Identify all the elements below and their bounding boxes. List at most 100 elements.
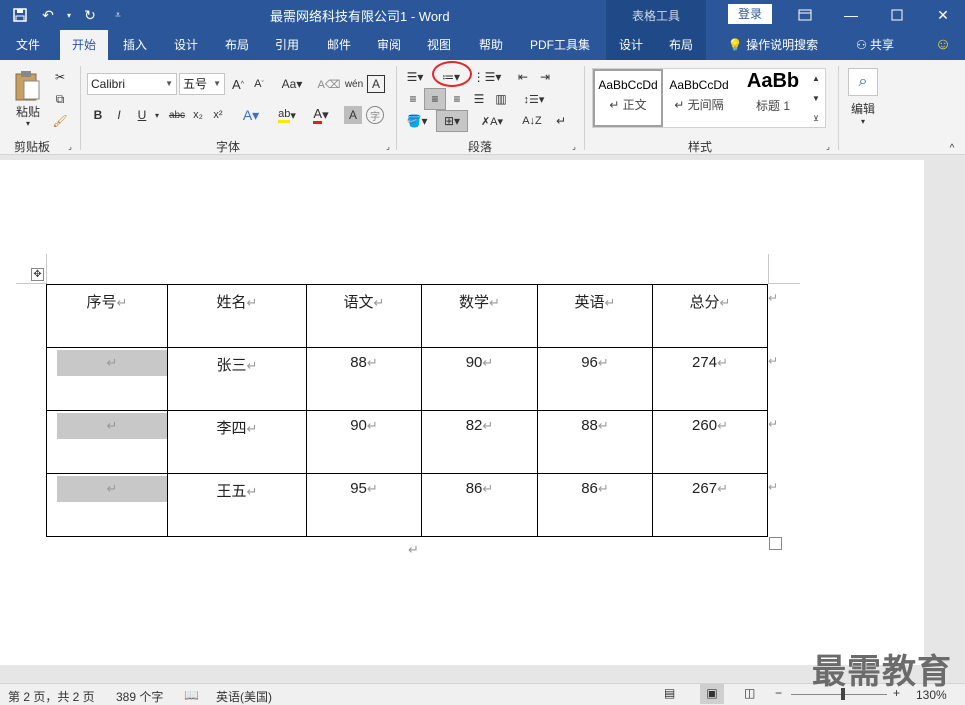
character-border-icon[interactable]: A	[367, 75, 385, 93]
copy-icon[interactable]: ⧉	[50, 90, 70, 108]
cell-math[interactable]: 90↵	[421, 347, 538, 411]
line-spacing-icon[interactable]: ↕☰▾	[520, 90, 548, 108]
style-normal[interactable]: AaBbCcDd ↵ 正文	[596, 70, 660, 124]
font-name-combo[interactable]: Calibri ▼	[87, 73, 177, 95]
styles-scroll-down-icon[interactable]: ▼	[810, 90, 822, 106]
tab-help[interactable]: 帮助	[470, 30, 512, 60]
font-launcher-icon[interactable]: ⌟	[382, 140, 394, 152]
paragraph-launcher-icon[interactable]: ⌟	[568, 140, 580, 152]
find-icon[interactable]: ⌕	[848, 68, 878, 96]
zoom-slider[interactable]	[791, 694, 887, 695]
decrease-indent-icon[interactable]: ⇤	[514, 68, 532, 86]
bold-icon[interactable]: B	[90, 106, 106, 124]
center-align-icon[interactable]: ≡	[424, 88, 446, 110]
font-color-icon[interactable]: A ▾	[308, 106, 334, 124]
tab-pdf-tools[interactable]: PDF工具集	[524, 30, 596, 60]
grades-table[interactable]: 序号↵ 姓名↵ 语文↵ 数学↵ 英语↵ 总分↵ ↵ 张三↵ 88↵ 90↵ 96…	[46, 284, 768, 537]
change-case-icon[interactable]: Aa▾	[278, 75, 306, 93]
shading-icon[interactable]: 🪣▾	[404, 112, 430, 130]
header-cell-total[interactable]: 总分↵	[652, 284, 768, 348]
header-cell-number[interactable]: 序号↵	[46, 284, 168, 348]
distributed-icon[interactable]: ▥	[492, 90, 510, 108]
bullets-icon[interactable]: ☰▾	[404, 68, 426, 86]
editing-button[interactable]: 编辑	[844, 100, 882, 116]
format-painter-icon[interactable]: 🖌	[50, 112, 70, 130]
undo-icon[interactable]: ↶	[36, 4, 60, 26]
undo-dropdown-icon[interactable]: ▾	[64, 4, 74, 26]
cell-total[interactable]: 260↵	[652, 410, 768, 474]
cell-chinese[interactable]: 95↵	[306, 473, 422, 537]
tab-home[interactable]: 开始	[60, 30, 108, 60]
word-count[interactable]: 389 个字	[116, 688, 163, 705]
cell-english[interactable]: 96↵	[537, 347, 653, 411]
cell-math[interactable]: 86↵	[421, 473, 538, 537]
maximize-icon[interactable]	[874, 0, 920, 30]
multilevel-list-icon[interactable]: ⋮☰▾	[473, 68, 502, 86]
cell-english[interactable]: 86↵	[537, 473, 653, 537]
print-layout-icon[interactable]: ▣	[700, 684, 724, 704]
text-effects-icon[interactable]: A▾	[240, 106, 262, 124]
strikethrough-icon[interactable]: abc	[166, 106, 188, 124]
share-button[interactable]: ⚇ 共享	[850, 30, 900, 60]
read-mode-icon[interactable]: ▤	[664, 686, 675, 700]
underline-dropdown-icon[interactable]: ▾	[152, 106, 162, 124]
shrink-font-icon[interactable]: Aˇ	[250, 75, 268, 93]
language-indicator[interactable]: 英语(美国)	[216, 688, 272, 705]
styles-launcher-icon[interactable]: ⌟	[822, 140, 834, 152]
cell-name[interactable]: 张三↵	[167, 347, 307, 411]
sort-icon[interactable]: A↓Z	[522, 112, 542, 130]
align-right-icon[interactable]: ≡	[448, 90, 466, 108]
cut-icon[interactable]: ✂	[50, 68, 70, 86]
cell-number-selected[interactable]: ↵	[46, 473, 168, 537]
phonetic-guide-icon[interactable]: wén	[344, 75, 364, 93]
vertical-scrollbar[interactable]	[926, 160, 965, 665]
subscript-icon[interactable]: x₂	[190, 106, 206, 124]
table-move-handle-icon[interactable]: ✥	[31, 268, 44, 281]
cell-math[interactable]: 82↵	[421, 410, 538, 474]
smiley-icon[interactable]: ☺	[930, 30, 956, 60]
tab-insert[interactable]: 插入	[114, 30, 156, 60]
zoom-out-icon[interactable]: −	[775, 686, 782, 700]
web-layout-icon[interactable]: ◫	[744, 686, 755, 700]
paste-icon[interactable]	[10, 68, 44, 104]
clipboard-launcher-icon[interactable]: ⌟	[64, 140, 76, 152]
style-heading-1[interactable]: AaBb 标题 1	[740, 70, 806, 124]
character-shading-icon[interactable]: A	[344, 106, 362, 124]
show-hide-marks-icon[interactable]: ↵	[552, 112, 570, 130]
highlight-color-icon[interactable]: ab ▾	[272, 106, 302, 124]
underline-icon[interactable]: U	[132, 106, 152, 124]
tab-table-layout[interactable]: 布局	[656, 30, 706, 60]
increase-indent-icon[interactable]: ⇥	[536, 68, 554, 86]
enclose-characters-icon[interactable]: 字	[366, 106, 384, 124]
tab-table-design[interactable]: 设计	[606, 30, 656, 60]
tab-layout[interactable]: 布局	[216, 30, 258, 60]
tab-mailings[interactable]: 邮件	[318, 30, 360, 60]
save-icon[interactable]	[8, 4, 32, 26]
paste-dropdown-icon[interactable]: ▾	[22, 118, 34, 128]
collapse-ribbon-icon[interactable]: ^	[944, 142, 960, 154]
header-cell-name[interactable]: 姓名↵	[167, 284, 307, 348]
cell-english[interactable]: 88↵	[537, 410, 653, 474]
login-button[interactable]: 登录	[728, 4, 772, 24]
tab-review[interactable]: 审阅	[368, 30, 410, 60]
tab-references[interactable]: 引用	[266, 30, 308, 60]
cell-chinese[interactable]: 90↵	[306, 410, 422, 474]
justify-icon[interactable]: ☰	[470, 90, 488, 108]
chinese-layout-icon[interactable]: ✗A▾	[478, 112, 506, 130]
table-resize-handle[interactable]	[769, 537, 782, 550]
cell-name[interactable]: 李四↵	[167, 410, 307, 474]
tell-me-search[interactable]: 💡 操作说明搜索	[718, 30, 828, 60]
align-left-icon[interactable]: ≡	[404, 90, 422, 108]
page-count[interactable]: 第 2 页，共 2 页	[8, 688, 95, 705]
cell-number-selected[interactable]: ↵	[46, 410, 168, 474]
customize-qat-icon[interactable]: ⩡	[106, 4, 130, 26]
tab-file[interactable]: 文件	[6, 30, 50, 60]
header-cell-chinese[interactable]: 语文↵	[306, 284, 422, 348]
italic-icon[interactable]: I	[111, 106, 127, 124]
cell-number-selected[interactable]: ↵	[46, 347, 168, 411]
grow-font-icon[interactable]: A ^	[229, 75, 247, 93]
cell-total[interactable]: 274↵	[652, 347, 768, 411]
cell-total[interactable]: 267↵	[652, 473, 768, 537]
font-size-combo[interactable]: 五号 ▼	[179, 73, 225, 95]
styles-more-icon[interactable]: ⊻	[810, 110, 822, 126]
